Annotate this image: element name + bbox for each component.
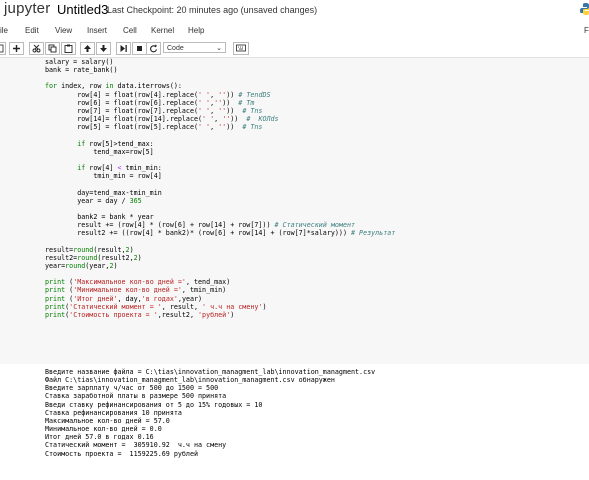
cut-button[interactable] [29,42,44,55]
output-line: Статический момент = 305910.92 ч.ч на см… [45,441,227,450]
output-line: Ставка заработной платы в размере 500 пр… [45,392,227,401]
menu-right-fragment: F [584,26,589,35]
save-button-partial[interactable] [0,42,6,55]
jupyter-logo[interactable]: jupyter [4,0,50,17]
output-line: Стоимость проекта = 1159225.69 рублей [45,449,198,458]
menu-bar: ile Edit View Insert Cell Kernel Help F [0,22,589,40]
menu-cell[interactable]: Cell [123,26,137,35]
move-down-button[interactable] [96,42,111,55]
output-line: Ставка рефинансирования 10 принята [45,408,182,417]
refresh-icon [150,44,158,53]
cell-type-value: Code [167,45,184,52]
python-logo-icon [580,3,589,15]
command-palette-button[interactable] [233,42,249,55]
restart-button[interactable] [146,42,161,55]
output-line: Минимальное кол-во дней = 0.0 [45,425,162,434]
insert-cell-button[interactable] [9,42,24,55]
run-button[interactable] [116,42,131,55]
keyboard-icon [236,44,246,52]
scissors-icon [32,44,41,53]
code-cell[interactable]: salary = salary() bank = rate_bank() for… [40,58,589,363]
copy-icon [48,44,57,53]
code-editor[interactable]: salary = salary() bank = rate_bank() for… [45,58,395,319]
paste-button[interactable] [61,42,76,55]
notebook-area: salary = salary() bank = rate_bank() for… [0,58,589,480]
copy-button[interactable] [45,42,60,55]
toolbar: Code ⌄ [0,40,589,58]
arrow-up-icon [84,45,91,52]
output-line: Введите название файла = C:\tias\innovat… [45,368,376,376]
notebook-header: jupyter Untitled3 Last Checkpoint: 20 mi… [0,0,589,22]
notebook-name[interactable]: Untitled3 [57,2,108,17]
plus-icon [13,45,20,52]
menu-insert[interactable]: Insert [87,26,107,35]
move-up-button[interactable] [80,42,95,55]
output-line: Введи ставку рефинансирования от 5 до 15… [45,400,263,409]
menu-help[interactable]: Help [188,26,204,35]
output-text: Введите название файла = C:\tias\innovat… [45,368,375,458]
output-line: Введите зарплату ч/час от 500 до 1500 = … [45,384,219,393]
menu-kernel[interactable]: Kernel [151,26,174,35]
output-line: Итог дней 57.0 в годах 0.16 [45,433,154,442]
paste-icon [64,44,73,53]
cell-output: Введите название файла = C:\tias\innovat… [0,364,589,480]
output-line: Максимальное кол-во дней = 57.0 [45,416,170,425]
cell-type-select[interactable]: Code ⌄ [163,42,226,53]
output-line: Файл C:\tias\innovation_managment_lab\in… [45,376,335,385]
menu-view[interactable]: View [55,26,72,35]
menu-file[interactable]: ile [0,26,8,35]
interrupt-button[interactable] [132,42,147,55]
step-forward-icon [120,45,127,52]
stop-icon [137,46,142,51]
arrow-down-icon [100,45,107,52]
chevron-down-icon: ⌄ [216,45,222,52]
menu-edit[interactable]: Edit [25,26,39,35]
checkpoint-status: Last Checkpoint: 20 minutes ago (unsaved… [107,5,318,15]
